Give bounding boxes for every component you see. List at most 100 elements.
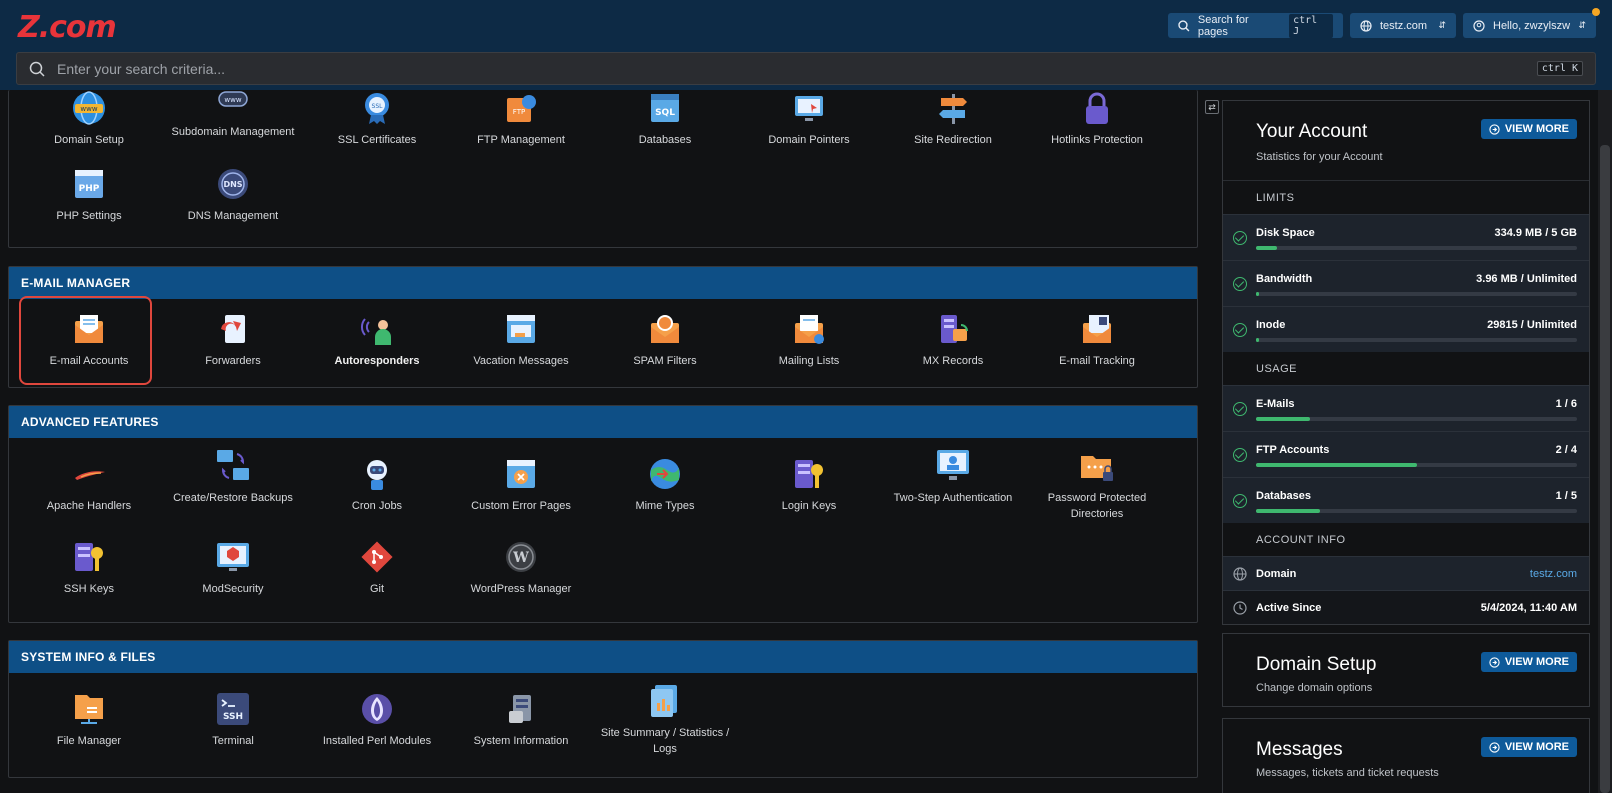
tile-apache-handlers[interactable]: Apache Handlers (19, 456, 159, 514)
wordpress-icon: W (506, 542, 536, 572)
tile-system-information[interactable]: System Information (451, 691, 591, 749)
globe-icon (1360, 19, 1372, 32)
tile-domain-setup[interactable]: www Domain Setup (19, 90, 159, 148)
subdomain-icon: www (218, 91, 248, 107)
tile-databases[interactable]: SQL Databases (595, 90, 735, 148)
tile-mailing-lists[interactable]: Mailing Lists (739, 311, 879, 369)
tile-spam-filters[interactable]: SPAM Filters (595, 311, 735, 369)
progress-fill (1256, 246, 1277, 250)
progress-bar (1256, 463, 1577, 467)
tile-forwarders[interactable]: Forwarders (163, 311, 303, 369)
account-card-header: Your Account Statistics for your Account… (1223, 101, 1589, 181)
tile-site-redirection[interactable]: Site Redirection (883, 90, 1023, 148)
messages-card-title: Messages (1256, 739, 1343, 760)
tile-php-settings[interactable]: PHP PHP Settings (19, 166, 159, 224)
domain-select[interactable]: testz.com ⇵ (1350, 13, 1456, 38)
domain-view-more-button[interactable]: VIEW MORE (1480, 652, 1577, 672)
globe-icon (1233, 567, 1247, 581)
tile-cron-jobs[interactable]: Cron Jobs (307, 456, 447, 514)
tile-installed-perl-modules[interactable]: Installed Perl Modules (307, 691, 447, 749)
tile-label: System Information (473, 735, 569, 747)
usage-label: USAGE (1223, 352, 1589, 385)
check-circle-icon (1233, 494, 1247, 508)
brand-logo[interactable]: Z.com (18, 10, 117, 45)
tile-hotlinks-protection[interactable]: Hotlinks Protection (1027, 90, 1167, 148)
usage-row-databases: Databases 1 / 5 (1223, 477, 1589, 523)
progress-fill (1256, 509, 1321, 513)
user-menu[interactable]: Hello, zwzylszw ⇵ (1463, 13, 1596, 38)
tile-ssl-certificates[interactable]: SSL SSL Certificates (307, 90, 447, 148)
search-input[interactable] (57, 60, 1525, 77)
tile-label: Two-Step Authentication (893, 492, 1013, 504)
tile-custom-error-pages[interactable]: Custom Error Pages (451, 456, 591, 514)
chevron-updown-icon: ⇵ (1438, 20, 1446, 30)
tile-two-step-authentication[interactable]: Two-Step Authentication (883, 448, 1023, 506)
signpost-icon (939, 94, 967, 124)
tile-ftp-management[interactable]: FTP FTP Management (451, 90, 591, 148)
svg-text:SSH: SSH (223, 712, 243, 722)
git-icon (361, 541, 393, 573)
tile-autoresponders[interactable]: Autoresponders (307, 311, 447, 369)
tile-file-manager[interactable]: File Manager (19, 691, 159, 749)
svg-text:SQL: SQL (655, 108, 675, 118)
stat-value: 1 / 6 (1555, 398, 1577, 410)
tile-email-tracking[interactable]: E-mail Tracking (1027, 311, 1167, 369)
tile-ssh-keys[interactable]: SSH Keys (19, 539, 159, 597)
monitor-pointer-icon (795, 96, 823, 121)
swap-layout-icon[interactable]: ⇄ (1205, 100, 1219, 114)
tile-label: ModSecurity (202, 583, 264, 595)
error-page-icon (507, 460, 535, 488)
tile-label: Git (369, 583, 385, 595)
ssl-badge-icon: SSL (365, 93, 389, 124)
tile-vacation-messages[interactable]: Vacation Messages (451, 311, 591, 369)
tile-domain-pointers[interactable]: Domain Pointers (739, 90, 879, 148)
tile-modsecurity[interactable]: ModSecurity (163, 539, 303, 597)
tile-site-summary-statistics-logs[interactable]: Site Summary / Statistics / Logs (595, 683, 735, 757)
clock-icon (1233, 601, 1247, 615)
page-scrollbar-thumb[interactable] (1600, 145, 1610, 793)
tile-terminal[interactable]: SSH Terminal (163, 691, 303, 749)
tile-label: Subdomain Management (171, 126, 295, 138)
apache-feather-icon (75, 471, 105, 480)
tile-label: DNS Management (187, 210, 279, 222)
messages-card-subtitle: Messages, tickets and ticket requests (1256, 767, 1439, 779)
tile-mime-types[interactable]: Mime Types (595, 456, 735, 514)
domain-setup-card: Domain Setup Change domain options VIEW … (1222, 633, 1590, 707)
tile-label: WordPress Manager (470, 583, 572, 595)
search-shortcut: ctrl K (1536, 61, 1583, 76)
tile-mx-records[interactable]: MX Records (883, 311, 1023, 369)
progress-fill (1256, 417, 1310, 421)
advanced-features-section: ADVANCED FEATURES Apache Handlers Create… (8, 405, 1198, 623)
domain-link[interactable]: testz.com (1530, 568, 1577, 580)
tile-dns-management[interactable]: DNS DNS Management (163, 166, 303, 224)
tile-password-protected-directories[interactable]: Password Protected Directories (1027, 448, 1167, 522)
domain-card-subtitle: Change domain options (1256, 682, 1373, 694)
sql-database-icon: SQL (651, 94, 679, 122)
tile-create-restore-backups[interactable]: Create/Restore Backups (163, 448, 303, 506)
tile-label: Password Protected Directories (1047, 492, 1147, 520)
tile-git[interactable]: Git (307, 539, 447, 597)
progress-fill (1256, 338, 1260, 342)
tile-login-keys[interactable]: Login Keys (739, 456, 879, 514)
info-name: Active Since (1256, 602, 1322, 614)
tile-wordpress-manager[interactable]: W WordPress Manager (451, 539, 591, 597)
tile-label: SPAM Filters (633, 355, 697, 367)
view-more-label: VIEW MORE (1504, 656, 1569, 668)
messages-view-more-button[interactable]: VIEW MORE (1480, 737, 1577, 757)
mx-server-icon (941, 315, 968, 343)
limit-row-disk-space: Disk Space 334.9 MB / 5 GB (1223, 214, 1589, 260)
tile-label: Vacation Messages (473, 355, 569, 367)
tile-label: Custom Error Pages (471, 500, 571, 512)
info-value: 5/4/2024, 11:40 AM (1480, 602, 1577, 614)
user-icon (1473, 19, 1485, 32)
tile-subdomain-management[interactable]: www Subdomain Management (163, 82, 303, 140)
stat-name: Databases (1256, 490, 1312, 502)
account-view-more-button[interactable]: VIEW MORE (1480, 119, 1577, 139)
system-info-icon (509, 695, 531, 723)
mailing-list-icon (795, 315, 824, 344)
limits-label: LIMITS (1223, 181, 1589, 214)
limit-row-inode: Inode 29815 / Unlimited (1223, 306, 1589, 352)
tile-label: FTP Management (477, 134, 565, 146)
tile-label: MX Records (922, 355, 984, 367)
search-pages-button[interactable]: Search for pages ctrl J (1168, 13, 1343, 38)
